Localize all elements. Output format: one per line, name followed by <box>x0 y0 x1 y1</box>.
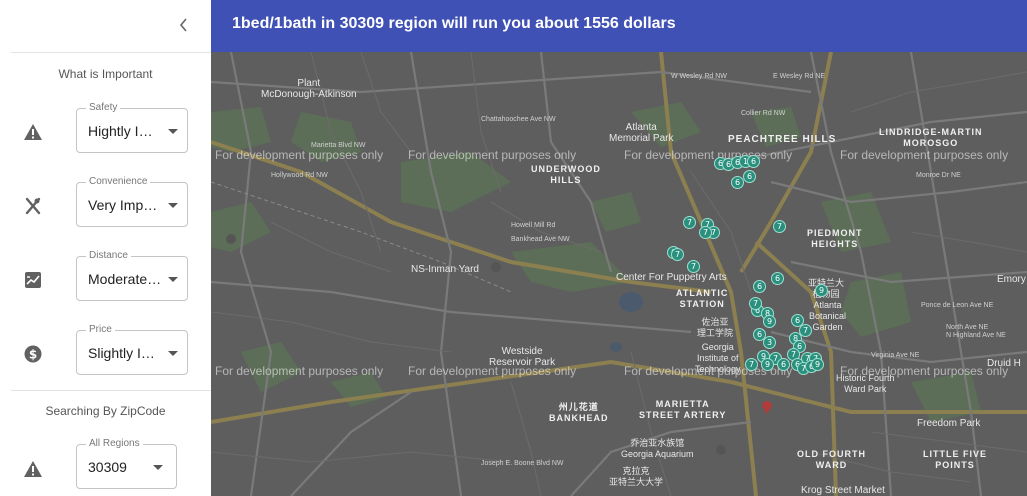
price-select[interactable]: Price Slightly Impo... <box>76 324 188 375</box>
chevron-left-icon[interactable] <box>174 14 194 36</box>
caret-down-icon <box>168 277 178 282</box>
street-label: Virginia Ave NE <box>871 352 920 359</box>
place-label: 佐治亚 理工学院 <box>697 317 734 338</box>
place-label: Historic Fourth Ward Park <box>836 373 895 394</box>
listing-marker[interactable]: 9 <box>761 358 774 371</box>
distance-label: Distance <box>86 250 131 262</box>
caret-down-icon <box>168 351 178 356</box>
fork-knife-icon <box>22 195 44 217</box>
listing-marker[interactable]: 6 <box>771 272 784 285</box>
caret-down-icon <box>168 129 178 134</box>
place-label: LINDRIDGE-MARTIN MOROSGO <box>879 127 983 148</box>
street-label: W Wesley Rd NW <box>671 73 727 80</box>
place-label: NS-Inman Yard <box>411 264 479 275</box>
street-label: E Wesley Rd NE <box>773 73 825 80</box>
price-label: Price <box>86 324 115 336</box>
divider <box>11 390 211 391</box>
safety-select[interactable]: Safety Hightly Impo... <box>76 102 188 153</box>
warning-icon <box>22 458 44 480</box>
listing-marker[interactable]: 3 <box>763 336 776 349</box>
preferences-title: What is Important <box>58 67 153 81</box>
price-value: Slightly Impo... <box>88 345 163 361</box>
watermark: For development purposes only <box>215 148 384 162</box>
region-label: All Regions <box>86 438 143 450</box>
place-label: 乔治亚水族馆 Georgia Aquarium <box>621 438 694 459</box>
place-label: Center For Puppetry Arts <box>616 272 727 283</box>
region-value: 30309 <box>88 459 127 475</box>
place-label: LITTLE FIVE POINTS <box>923 449 987 470</box>
listing-marker[interactable]: 7 <box>699 226 712 239</box>
listing-marker[interactable]: 7 <box>683 216 696 229</box>
safety-value: Hightly Impo... <box>88 123 163 139</box>
listing-marker[interactable]: 7 <box>773 220 786 233</box>
place-label: 克拉克 亚特兰大大学 <box>609 466 664 487</box>
place-label: Krog Street Market <box>801 485 885 496</box>
map[interactable]: For development purposes only For develo… <box>211 52 1027 496</box>
convenience-value: Very Importa... <box>88 197 163 213</box>
street-label: Joseph E. Boone Blvd NW <box>481 460 564 467</box>
listing-marker[interactable]: 7 <box>749 297 762 310</box>
distance-select[interactable]: Distance Moderately Im... <box>76 250 188 301</box>
listing-marker[interactable]: 9 <box>811 358 824 371</box>
place-label: Freedom Park <box>917 418 981 429</box>
place-label: Atlanta Botanical Garden <box>809 300 847 332</box>
listing-marker[interactable]: 7 <box>687 260 700 273</box>
watermark: For development purposes only <box>624 148 793 162</box>
place-label: UNDERWOOD HILLS <box>531 164 601 185</box>
watermark: For development purposes only <box>408 148 577 162</box>
listing-marker[interactable]: 6 <box>753 280 766 293</box>
listing-marker[interactable]: 9 <box>763 315 776 328</box>
convenience-select[interactable]: Convenience Very Importa... <box>76 176 188 227</box>
region-select[interactable]: All Regions 30309 <box>76 438 177 489</box>
distance-chart-icon <box>22 269 44 291</box>
listing-marker[interactable]: 6 <box>731 176 744 189</box>
listing-marker[interactable]: 9 <box>815 284 828 297</box>
street-label: Monroe Dr NE <box>916 172 961 179</box>
warning-icon <box>22 121 44 143</box>
street-label: N Highland Ave NE <box>946 332 1006 339</box>
street-label: Collier Rd NW <box>741 110 786 117</box>
watermark: For development purposes only <box>840 148 1009 162</box>
place-label: Westside Reservoir Park <box>489 346 556 368</box>
place-label: Emory <box>997 274 1026 285</box>
place-label: Druid H <box>987 358 1021 369</box>
svg-text:$: $ <box>29 348 37 362</box>
place-label: 州儿花道 BANKHEAD <box>549 402 609 423</box>
place-label: PEACHTREE HILLS <box>728 134 837 145</box>
place-label: PIEDMONT HEIGHTS <box>807 228 863 249</box>
sidebar: What is Important Safety Hightly Impo...… <box>0 0 211 496</box>
place-label: ATLANTIC STATION <box>676 288 729 309</box>
listing-marker[interactable]: 6 <box>747 155 760 168</box>
estimate-title: 1bed/1bath in 30309 region will run you … <box>232 15 676 32</box>
listing-marker[interactable]: 7 <box>745 358 758 371</box>
watermark: For development purposes only <box>215 364 384 378</box>
header-bar: 1bed/1bath in 30309 region will run you … <box>211 0 1027 52</box>
listing-marker[interactable]: 6 <box>743 170 756 183</box>
caret-down-icon <box>153 465 163 470</box>
place-label: MARIETTA STREET ARTERY <box>639 399 727 420</box>
street-label: North Ave NE <box>946 324 989 331</box>
divider <box>11 52 211 53</box>
listing-marker[interactable]: 6 <box>777 358 790 371</box>
search-title: Searching By ZipCode <box>45 404 166 418</box>
distance-value: Moderately Im... <box>88 271 163 287</box>
place-label: Georgia Institute of Technology <box>695 342 741 374</box>
place-label: OLD FOURTH WARD <box>797 449 866 470</box>
convenience-label: Convenience <box>86 176 151 188</box>
street-label: Hollywood Rd NW <box>271 172 328 179</box>
listing-marker[interactable]: 7 <box>671 248 684 261</box>
safety-label: Safety <box>86 102 121 114</box>
street-label: Chattahoochee Ave NW <box>481 116 556 123</box>
street-label: Ponce de Leon Ave NE <box>921 302 994 309</box>
street-label: Marietta Blvd NW <box>311 142 366 149</box>
street-label: Bankhead Ave NW <box>511 236 570 243</box>
caret-down-icon <box>168 203 178 208</box>
place-label: Plant McDonough-Atkinson <box>261 78 357 100</box>
place-label: Atlanta Memorial Park <box>609 122 674 144</box>
dollar-icon: $ <box>22 343 44 365</box>
street-label: Howell Mill Rd <box>511 222 556 229</box>
